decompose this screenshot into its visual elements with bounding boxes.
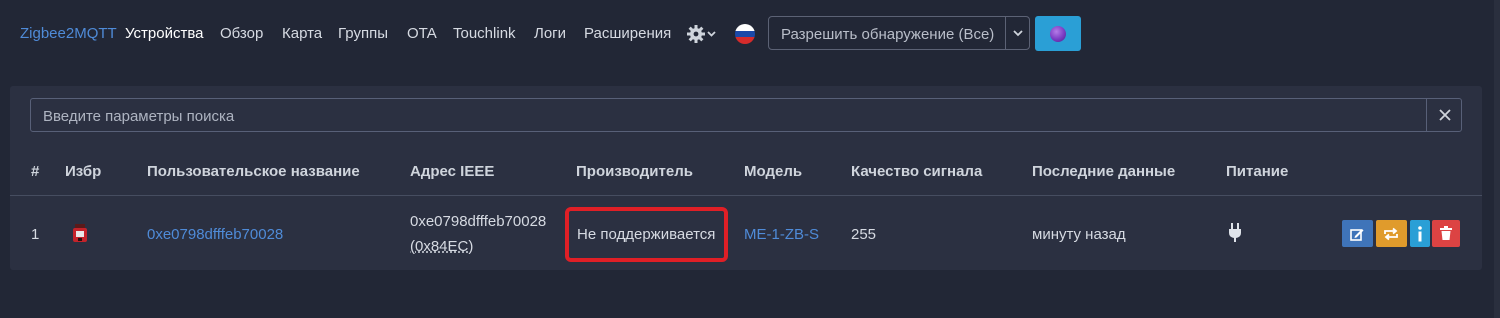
lqi-value: 255 (851, 226, 877, 243)
nav-logs[interactable]: Логи (534, 25, 566, 42)
highlight-box (565, 207, 728, 262)
permit-join-label: Разрешить обнаружение (Все) (781, 26, 995, 43)
col-favorite[interactable]: Избр (65, 163, 101, 180)
brand-link[interactable]: Zigbee2MQTT (20, 25, 117, 42)
friendly-name-link[interactable]: 0xe0798dfffeb70028 (147, 226, 283, 243)
table-row: 1 0xe0798dfffeb70028 0xe0798dfffeb70028 … (10, 196, 1482, 270)
nav-touchlink[interactable]: Touchlink (453, 25, 516, 42)
search-input[interactable]: Введите параметры поиска (30, 98, 1462, 132)
rename-icon (1384, 227, 1398, 241)
col-friendly-name[interactable]: Пользовательское название (147, 163, 360, 180)
nav-dashboard[interactable]: Обзор (220, 25, 263, 42)
permit-join-button[interactable] (1035, 16, 1081, 51)
scrollbar[interactable] (1494, 0, 1500, 318)
plug-icon (1228, 223, 1242, 243)
nav-groups[interactable]: Группы (338, 25, 388, 42)
gear-icon[interactable] (686, 22, 718, 46)
russian-flag-icon[interactable] (735, 24, 755, 44)
device-thumbnail-icon (72, 224, 88, 244)
nav-map[interactable]: Карта (282, 25, 322, 42)
permit-join-select[interactable]: Разрешить обнаружение (Все) (768, 16, 1030, 50)
col-last-seen[interactable]: Последние данные (1032, 163, 1175, 180)
table-header: # Избр Пользовательское название Адрес I… (10, 146, 1482, 196)
nav-extensions[interactable]: Расширения (584, 25, 671, 42)
close-icon (1439, 109, 1451, 121)
edit-button[interactable] (1342, 220, 1373, 247)
model-link[interactable]: ME-1-ZB-S (744, 226, 819, 243)
ieee-address: 0xe0798dfffeb70028 (410, 213, 547, 230)
divider (1005, 17, 1006, 49)
delete-button[interactable] (1432, 220, 1460, 247)
col-lqi[interactable]: Качество сигнала (851, 163, 982, 180)
nav-devices[interactable]: Устройства (125, 25, 203, 42)
col-ieee[interactable]: Адрес IEEE (410, 163, 494, 180)
search-clear-button[interactable] (1426, 99, 1463, 131)
last-seen-value: минуту назад (1032, 226, 1126, 243)
col-manufacturer[interactable]: Производитель (576, 163, 693, 180)
devices-card: Введите параметры поиска # Избр Пользова… (10, 86, 1482, 270)
col-index[interactable]: # (31, 163, 39, 180)
edit-icon (1350, 229, 1364, 241)
col-model[interactable]: Модель (744, 163, 802, 180)
rename-button[interactable] (1376, 220, 1407, 247)
navbar: Zigbee2MQTT Устройства Обзор Карта Групп… (0, 0, 1500, 68)
trash-icon (1440, 226, 1452, 240)
row-index: 1 (31, 226, 40, 243)
network-address: (0x84EC) (410, 238, 474, 255)
col-power[interactable]: Питание (1226, 163, 1288, 180)
info-button[interactable] (1410, 220, 1430, 247)
orb-icon (1050, 26, 1066, 42)
chevron-down-icon[interactable] (1012, 26, 1024, 40)
nav-ota[interactable]: OTA (407, 25, 437, 42)
search-placeholder: Введите параметры поиска (43, 108, 235, 125)
info-icon (1418, 226, 1422, 242)
